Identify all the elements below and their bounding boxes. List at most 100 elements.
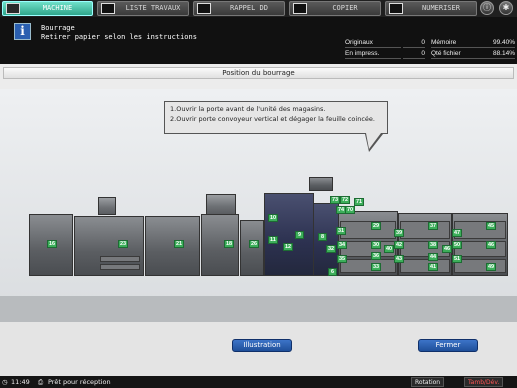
jam-tag[interactable]: 44 (428, 253, 439, 261)
jam-tag[interactable]: 40 (384, 245, 395, 253)
jam-tag[interactable]: 70 (345, 206, 356, 214)
unit-relay (240, 220, 264, 276)
jam-tag[interactable]: 49 (486, 263, 497, 271)
status-message: Prêt pour réception (48, 378, 111, 386)
help-button[interactable]: ⓘ (480, 1, 494, 15)
rotation-button[interactable]: Rotation (411, 377, 445, 387)
jam-tag[interactable]: 26 (249, 240, 260, 248)
copy-icon (293, 3, 307, 14)
unit-main-engine (264, 193, 314, 276)
jam-tag[interactable]: 38 (428, 241, 439, 249)
unit-finisher-b (145, 216, 200, 276)
jam-tag[interactable]: 47 (452, 229, 463, 237)
scan-icon (389, 3, 403, 14)
fermer-button[interactable]: Fermer (418, 339, 478, 352)
clock-icon: ◷ (2, 378, 8, 386)
memoire-value: 99.40% (471, 38, 515, 48)
rotation-label: Rotation (415, 379, 441, 386)
jam-tag[interactable]: 71 (354, 198, 365, 206)
qte-fichier-value: 88.14% (471, 49, 515, 59)
bubble-tail-inner (366, 133, 381, 149)
en-impress-label: En impress. (345, 49, 401, 59)
jam-tag[interactable]: 50 (452, 241, 463, 249)
printer-icon: ⎙ (38, 378, 44, 386)
jam-tag[interactable]: 30 (371, 241, 382, 249)
info-icon: i (14, 23, 31, 40)
status-time: 11:49 (11, 378, 30, 386)
jam-tag[interactable]: 33 (371, 263, 382, 271)
jam-tag[interactable]: 6 (328, 268, 337, 276)
jam-tag[interactable]: 45 (486, 222, 497, 230)
jam-tag[interactable]: 43 (394, 255, 405, 263)
unit-top-tray (98, 197, 116, 215)
drawer-3 (340, 259, 396, 273)
tab-copier-label: COPIER (332, 4, 358, 12)
tamb-dev-button[interactable]: Tamb/Dév. (464, 377, 504, 387)
jam-tag[interactable]: 32 (326, 245, 337, 253)
machine-diagram: 16 23 21 18 26 10 11 12 9 8 6 73 72 74 7… (0, 89, 517, 322)
originaux-value: 0 (403, 38, 425, 48)
qte-fichier-label: Qté fichier (431, 49, 471, 59)
jam-tag[interactable]: 34 (337, 241, 348, 249)
floor (0, 296, 517, 322)
tab-liste-travaux[interactable]: LISTE TRAVAUX (97, 1, 189, 16)
jam-tag[interactable]: 21 (174, 240, 185, 248)
illustration-button[interactable]: Illustration (232, 339, 292, 352)
help-icon: ⓘ (483, 3, 491, 12)
jam-tag[interactable]: 36 (371, 252, 382, 260)
jam-tag[interactable]: 18 (224, 240, 235, 248)
en-impress-value: 0 (403, 49, 425, 59)
tab-numeriser[interactable]: NUMERISER (385, 1, 477, 16)
button-row: Illustration Fermer (0, 322, 517, 376)
instruction-line-2: 2.Ouvrir porte convoyeur vertical et dég… (170, 114, 375, 123)
jam-tag[interactable]: 46 (442, 245, 453, 253)
unit-scanner (309, 177, 333, 191)
jam-tag[interactable]: 72 (340, 196, 351, 204)
jam-tag[interactable]: 29 (371, 222, 382, 230)
unit-tray-out-1 (100, 256, 140, 262)
jam-tag[interactable]: 31 (336, 227, 347, 235)
jam-tag[interactable]: 23 (118, 240, 129, 248)
jam-tag[interactable]: 12 (283, 243, 294, 251)
tab-rappel-dd-label: RAPPEL DD (230, 4, 268, 12)
originaux-label: Originaux (345, 38, 401, 48)
drawer-4 (400, 221, 450, 239)
status-bar: ◷ 11:49 ⎙ Prêt pour réception Rotation T… (0, 376, 517, 388)
message-subtitle: Retirer papier selon les instructions (41, 33, 197, 41)
instruction-line-1: 1.Ouvrir la porte avant de l'unité des m… (170, 105, 326, 113)
instruction-box: 1.Ouvrir la porte avant de l'unité des m… (164, 101, 388, 134)
unit-inserter-tray (206, 194, 236, 215)
jam-tag[interactable]: 41 (428, 263, 439, 271)
unit-tray-out-2 (100, 264, 140, 270)
jam-tag[interactable]: 46 (486, 241, 497, 249)
tab-numeriser-label: NUMERISER (422, 4, 460, 12)
jam-tag[interactable]: 51 (452, 255, 463, 263)
tamb-dev-label: Tamb/Dév. (468, 379, 500, 386)
jam-tag[interactable]: 10 (268, 214, 279, 222)
top-tab-bar: MACHINE LISTE TRAVAUX RAPPEL DD COPIER N… (0, 0, 517, 17)
tab-copier[interactable]: COPIER (289, 1, 381, 16)
drawer-6 (400, 259, 450, 273)
jam-tag[interactable]: 73 (330, 196, 341, 204)
drawer-1 (340, 221, 396, 239)
jam-tag[interactable]: 37 (428, 222, 439, 230)
jam-tag[interactable]: 35 (337, 255, 348, 263)
job-list-icon (101, 3, 115, 14)
counters-panel: Originaux 0 Mémoire 99.40% En impress. 0… (343, 38, 517, 60)
jam-tag[interactable]: 39 (394, 229, 405, 237)
hard-disk-icon (197, 3, 211, 14)
machine-icon (6, 3, 20, 14)
tab-rappel-dd[interactable]: RAPPEL DD (193, 1, 285, 16)
jam-tag[interactable]: 11 (268, 236, 278, 244)
tab-liste-travaux-label: LISTE TRAVAUX (125, 4, 181, 12)
section-title: Position du bourrage (3, 67, 514, 79)
tab-machine[interactable]: MACHINE (2, 1, 93, 16)
message-title: Bourrage (41, 24, 75, 32)
jam-tag[interactable]: 9 (295, 231, 304, 239)
settings-button[interactable]: ✱ (499, 1, 513, 15)
jam-tag[interactable]: 42 (394, 241, 405, 249)
gear-icon: ✱ (502, 3, 510, 12)
tab-machine-label: MACHINE (42, 4, 73, 12)
jam-tag[interactable]: 8 (318, 233, 327, 241)
jam-tag[interactable]: 16 (47, 240, 58, 248)
